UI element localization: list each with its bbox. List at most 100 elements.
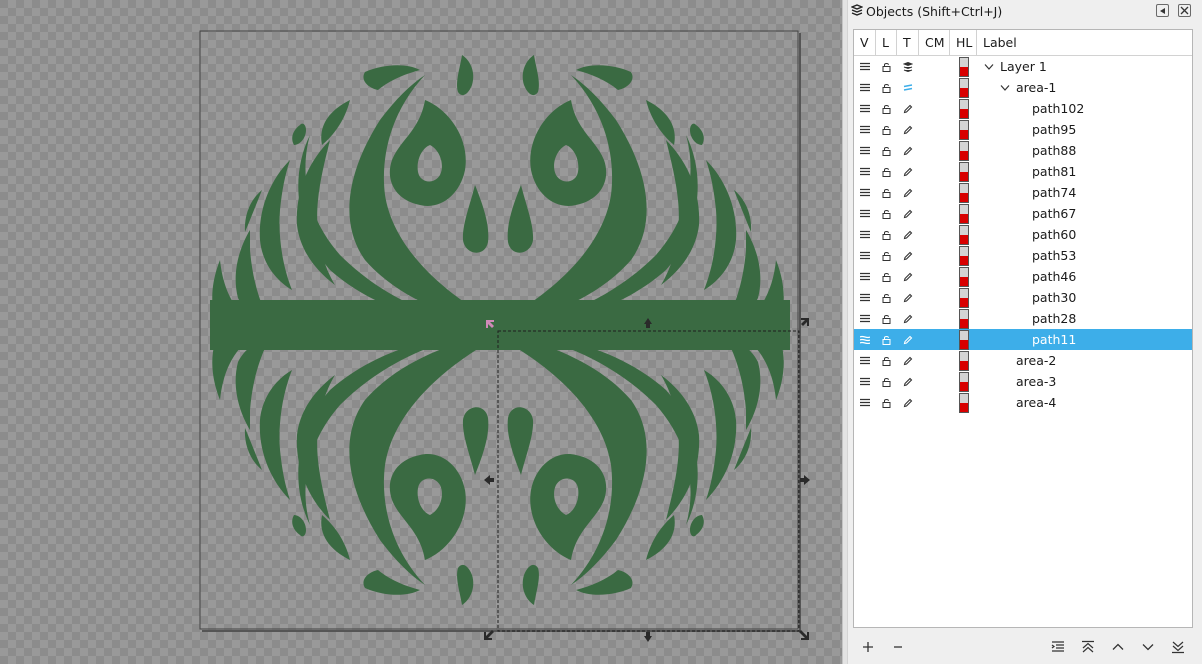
- raise-button[interactable]: [1106, 636, 1130, 658]
- visibility-toggle[interactable]: [854, 182, 876, 203]
- highlight-color[interactable]: [950, 77, 977, 98]
- column-clip-mask[interactable]: CM: [919, 30, 950, 56]
- handle-top-right[interactable]: [801, 318, 809, 326]
- column-locked[interactable]: L: [876, 30, 897, 56]
- visibility-toggle[interactable]: [854, 245, 876, 266]
- lock-toggle[interactable]: [876, 266, 897, 287]
- lock-toggle[interactable]: [876, 329, 897, 350]
- visibility-toggle[interactable]: [854, 140, 876, 161]
- highlight-color[interactable]: [950, 308, 977, 329]
- column-visible[interactable]: V: [854, 30, 876, 56]
- tree-row-label: area-4: [1016, 395, 1057, 410]
- lock-toggle[interactable]: [876, 392, 897, 413]
- lock-toggle[interactable]: [876, 224, 897, 245]
- lock-toggle[interactable]: [876, 77, 897, 98]
- highlight-color[interactable]: [950, 329, 977, 350]
- highlight-color[interactable]: [950, 266, 977, 287]
- handle-bottom-right[interactable]: [799, 630, 809, 640]
- visibility-toggle[interactable]: [854, 98, 876, 119]
- highlight-color[interactable]: [950, 140, 977, 161]
- highlight-color[interactable]: [950, 224, 977, 245]
- lock-toggle[interactable]: [876, 350, 897, 371]
- lock-toggle[interactable]: [876, 182, 897, 203]
- tree-row[interactable]: path102: [854, 98, 1192, 119]
- type-indicator: [897, 161, 919, 182]
- lower-button[interactable]: [1136, 636, 1160, 658]
- lock-toggle[interactable]: [876, 245, 897, 266]
- handle-left[interactable]: [484, 475, 494, 485]
- lock-toggle[interactable]: [876, 308, 897, 329]
- visibility-toggle[interactable]: [854, 161, 876, 182]
- tree-row[interactable]: path30: [854, 287, 1192, 308]
- visibility-toggle[interactable]: [854, 392, 876, 413]
- tree-row[interactable]: path74: [854, 182, 1192, 203]
- visibility-toggle[interactable]: [854, 308, 876, 329]
- visibility-toggle[interactable]: [854, 56, 876, 77]
- column-highlight[interactable]: HL: [950, 30, 977, 56]
- highlight-color[interactable]: [950, 371, 977, 392]
- tree-row[interactable]: path60: [854, 224, 1192, 245]
- lock-toggle[interactable]: [876, 161, 897, 182]
- tree-row[interactable]: path53: [854, 245, 1192, 266]
- tree-row[interactable]: Layer 1: [854, 56, 1192, 77]
- remove-button[interactable]: [886, 636, 910, 658]
- lock-toggle[interactable]: [876, 98, 897, 119]
- tree-row[interactable]: path95: [854, 119, 1192, 140]
- column-type[interactable]: T: [897, 30, 919, 56]
- visibility-toggle[interactable]: [854, 119, 876, 140]
- raise-to-top-icon: [1082, 640, 1094, 653]
- visibility-toggle[interactable]: [854, 350, 876, 371]
- visibility-toggle[interactable]: [854, 224, 876, 245]
- lock-toggle[interactable]: [876, 56, 897, 77]
- highlight-color[interactable]: [950, 287, 977, 308]
- drawing-canvas[interactable]: [0, 0, 842, 664]
- visibility-toggle[interactable]: [854, 371, 876, 392]
- visibility-toggle[interactable]: [854, 203, 876, 224]
- chevron-down-icon[interactable]: [983, 63, 995, 70]
- clip-mask-cell: [919, 182, 950, 203]
- highlight-color[interactable]: [950, 161, 977, 182]
- highlight-color[interactable]: [950, 119, 977, 140]
- tree-row[interactable]: area-2: [854, 350, 1192, 371]
- visibility-toggle[interactable]: [854, 287, 876, 308]
- add-button[interactable]: [856, 636, 880, 658]
- highlight-color[interactable]: [950, 350, 977, 371]
- indent-button[interactable]: [1046, 636, 1070, 658]
- handle-bottom[interactable]: [644, 632, 652, 642]
- tree-row[interactable]: area-3: [854, 371, 1192, 392]
- highlight-color[interactable]: [950, 98, 977, 119]
- handle-right[interactable]: [800, 475, 810, 485]
- visibility-toggle[interactable]: [854, 329, 876, 350]
- highlight-color[interactable]: [950, 392, 977, 413]
- objects-tree[interactable]: V L T CM HL Label Layer 1 area-1 path102 pa…: [853, 29, 1193, 628]
- green-ornament[interactable]: [210, 55, 790, 605]
- lock-toggle[interactable]: [876, 287, 897, 308]
- lock-toggle[interactable]: [876, 203, 897, 224]
- lock-toggle[interactable]: [876, 119, 897, 140]
- visibility-toggle[interactable]: [854, 266, 876, 287]
- highlight-color[interactable]: [950, 203, 977, 224]
- tree-row[interactable]: path11: [854, 329, 1192, 350]
- tree-row[interactable]: path28: [854, 308, 1192, 329]
- lock-toggle[interactable]: [876, 371, 897, 392]
- raise-to-top-button[interactable]: [1076, 636, 1100, 658]
- highlight-color[interactable]: [950, 245, 977, 266]
- lock-toggle[interactable]: [876, 140, 897, 161]
- panel-close-button[interactable]: [1178, 4, 1191, 17]
- tree-row[interactable]: area-4: [854, 392, 1192, 413]
- lower-to-bottom-button[interactable]: [1166, 636, 1190, 658]
- unlock-icon: [882, 104, 891, 114]
- highlight-color[interactable]: [950, 56, 977, 77]
- tree-row-label: path30: [1032, 290, 1077, 305]
- tree-row[interactable]: path81: [854, 161, 1192, 182]
- column-label[interactable]: Label: [977, 30, 1192, 56]
- visibility-toggle[interactable]: [854, 77, 876, 98]
- tree-row[interactable]: path67: [854, 203, 1192, 224]
- tree-row[interactable]: path46: [854, 266, 1192, 287]
- unlock-icon: [882, 356, 891, 366]
- tree-row[interactable]: area-1: [854, 77, 1192, 98]
- panel-dock-button[interactable]: [1156, 4, 1169, 17]
- tree-row[interactable]: path88: [854, 140, 1192, 161]
- highlight-color[interactable]: [950, 182, 977, 203]
- chevron-down-icon[interactable]: [999, 84, 1011, 91]
